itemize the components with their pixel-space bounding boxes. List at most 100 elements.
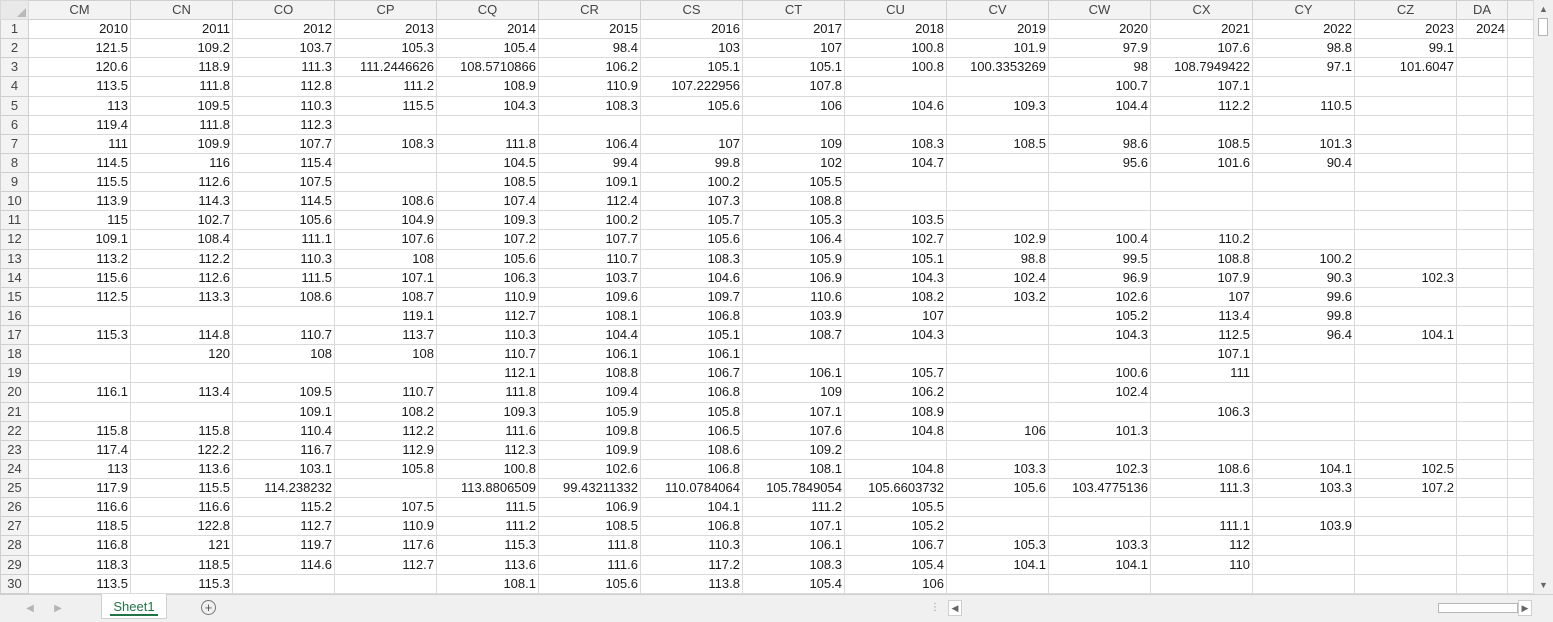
cell[interactable]: 110.3 bbox=[232, 248, 335, 269]
row-header[interactable]: 6 bbox=[0, 114, 29, 135]
cell[interactable]: 105.3 bbox=[742, 210, 845, 231]
cell[interactable] bbox=[1507, 18, 1534, 40]
cell[interactable]: 109 bbox=[742, 382, 845, 403]
cell[interactable]: 108.9 bbox=[844, 401, 947, 422]
cell[interactable] bbox=[946, 344, 1049, 365]
cell[interactable]: 2023 bbox=[1354, 18, 1457, 40]
cell[interactable]: 2013 bbox=[334, 18, 437, 40]
cell[interactable]: 100.8 bbox=[844, 38, 947, 59]
cell[interactable]: 106 bbox=[844, 573, 947, 595]
cell[interactable]: 105.8 bbox=[334, 458, 437, 480]
cell[interactable] bbox=[1252, 191, 1355, 212]
cell[interactable] bbox=[1354, 382, 1457, 403]
cell[interactable]: 100.6 bbox=[1048, 363, 1151, 384]
cell[interactable]: 103.4775136 bbox=[1048, 477, 1151, 499]
cell[interactable]: 117.6 bbox=[334, 535, 437, 556]
row-header[interactable]: 11 bbox=[0, 210, 29, 231]
column-header[interactable]: CN bbox=[130, 0, 233, 20]
cell[interactable]: 107.8 bbox=[742, 76, 845, 97]
cell[interactable]: 107.7 bbox=[232, 133, 335, 154]
cell[interactable] bbox=[1507, 191, 1534, 212]
cell[interactable]: 102.6 bbox=[1048, 286, 1151, 307]
cell[interactable] bbox=[1354, 573, 1457, 595]
cell[interactable]: 99.5 bbox=[1048, 248, 1151, 269]
cell[interactable] bbox=[1456, 477, 1508, 499]
cell[interactable]: 115.8 bbox=[28, 420, 131, 441]
cell[interactable]: 114.5 bbox=[232, 191, 335, 212]
cell[interactable]: 103.7 bbox=[232, 38, 335, 59]
cell[interactable]: 108.1 bbox=[436, 573, 539, 595]
cell[interactable]: 104.3 bbox=[844, 324, 947, 346]
cell[interactable]: 104.3 bbox=[1048, 324, 1151, 346]
row-header[interactable]: 5 bbox=[0, 95, 29, 116]
column-header[interactable]: CP bbox=[334, 0, 437, 20]
cell[interactable]: 102.5 bbox=[1354, 458, 1457, 480]
row-header[interactable]: 17 bbox=[0, 324, 29, 346]
cell[interactable]: 109.4 bbox=[538, 382, 641, 403]
cell[interactable]: 112.6 bbox=[130, 171, 233, 193]
cell[interactable]: 110.2 bbox=[1150, 229, 1253, 250]
column-header[interactable]: CT bbox=[742, 0, 845, 20]
cell[interactable]: 109.8 bbox=[538, 420, 641, 441]
cell[interactable]: 113.8 bbox=[640, 573, 743, 595]
cell[interactable]: 2024 bbox=[1456, 18, 1508, 40]
cell[interactable] bbox=[1507, 305, 1534, 327]
cell[interactable]: 115 bbox=[28, 210, 131, 231]
cell[interactable]: 114.6 bbox=[232, 554, 335, 575]
cell[interactable]: 104.4 bbox=[538, 324, 641, 346]
cell[interactable] bbox=[1507, 95, 1534, 116]
cell[interactable] bbox=[1354, 191, 1457, 212]
cell[interactable]: 115.3 bbox=[28, 324, 131, 346]
cell[interactable]: 107.7 bbox=[538, 229, 641, 250]
row-header[interactable]: 16 bbox=[0, 305, 29, 327]
cell[interactable]: 108.6 bbox=[1150, 458, 1253, 480]
cell[interactable]: 113.5 bbox=[28, 76, 131, 97]
cell[interactable]: 110.6 bbox=[742, 286, 845, 307]
cell[interactable] bbox=[1354, 114, 1457, 135]
cell[interactable] bbox=[1507, 420, 1534, 441]
cell[interactable]: 97.9 bbox=[1048, 38, 1151, 59]
row-header[interactable]: 27 bbox=[0, 516, 29, 537]
horizontal-scrollbar[interactable]: ◀ ▶ bbox=[948, 600, 1532, 616]
cell[interactable]: 109.2 bbox=[130, 38, 233, 59]
scroll-down-arrow-icon[interactable]: ▼ bbox=[1534, 577, 1553, 593]
row-header[interactable]: 30 bbox=[0, 573, 29, 595]
cell[interactable]: 104.1 bbox=[1354, 324, 1457, 346]
cell[interactable]: 101.6047 bbox=[1354, 57, 1457, 78]
cell[interactable]: 2017 bbox=[742, 18, 845, 40]
cell[interactable]: 2016 bbox=[640, 18, 743, 40]
cell[interactable]: 108.8 bbox=[1150, 248, 1253, 269]
cell[interactable] bbox=[946, 516, 1049, 537]
cell[interactable] bbox=[334, 171, 437, 193]
row-header[interactable]: 2 bbox=[0, 38, 29, 59]
cell[interactable] bbox=[742, 114, 845, 135]
cell[interactable] bbox=[1507, 382, 1534, 403]
cell[interactable]: 108 bbox=[232, 344, 335, 365]
cell[interactable]: 115.3 bbox=[130, 573, 233, 595]
cell[interactable]: 108.8 bbox=[538, 363, 641, 384]
cell[interactable] bbox=[1252, 420, 1355, 441]
cell[interactable]: 115.5 bbox=[28, 171, 131, 193]
cell[interactable]: 105.4 bbox=[844, 554, 947, 575]
cell[interactable]: 105.6 bbox=[538, 573, 641, 595]
cell[interactable]: 122.2 bbox=[130, 439, 233, 460]
cell[interactable] bbox=[334, 114, 437, 135]
cell[interactable]: 2020 bbox=[1048, 18, 1151, 40]
cell[interactable]: 99.43211332 bbox=[538, 477, 641, 499]
cell[interactable]: 103.5 bbox=[844, 210, 947, 231]
cell[interactable]: 113 bbox=[28, 95, 131, 116]
cell[interactable]: 113 bbox=[28, 458, 131, 480]
cell[interactable] bbox=[1150, 439, 1253, 460]
cell[interactable]: 105.6 bbox=[946, 477, 1049, 499]
cell[interactable]: 105.9 bbox=[742, 248, 845, 269]
cell[interactable]: 112.7 bbox=[334, 554, 437, 575]
cell[interactable]: 107.222956 bbox=[640, 76, 743, 97]
cell[interactable]: 114.238232 bbox=[232, 477, 335, 499]
cell[interactable]: 104.6 bbox=[844, 95, 947, 116]
next-sheet-arrow-icon[interactable]: ▶ bbox=[50, 601, 66, 615]
cell[interactable]: 118.5 bbox=[130, 554, 233, 575]
cell[interactable]: 105.2 bbox=[844, 516, 947, 537]
cell[interactable]: 120 bbox=[130, 344, 233, 365]
cell[interactable] bbox=[1507, 573, 1534, 595]
cell[interactable]: 110.0784064 bbox=[640, 477, 743, 499]
